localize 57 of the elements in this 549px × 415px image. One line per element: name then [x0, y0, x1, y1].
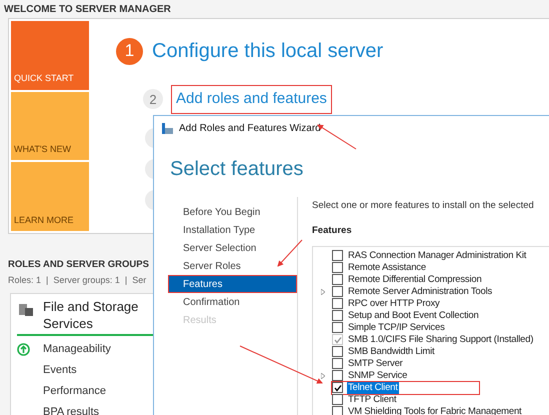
check-icon — [334, 384, 342, 392]
nav-tile[interactable]: WHAT'S NEW — [11, 92, 89, 160]
feature-label[interactable]: Remote Differential Compression — [347, 274, 483, 286]
instruction-text: Select one or more features to install on the selected — [312, 199, 535, 213]
page-title: WELCOME TO SERVER MANAGER — [4, 4, 171, 15]
wizard-step[interactable]: Confirmation — [168, 293, 297, 311]
checkbox[interactable] — [332, 382, 343, 393]
checkbox[interactable] — [332, 298, 343, 309]
wizard-step[interactable]: Features — [168, 275, 297, 293]
wizard-step[interactable]: Before You Begin — [168, 203, 297, 221]
annotation-arrow — [277, 240, 302, 267]
wizard-step[interactable]: Server Selection — [168, 239, 297, 257]
step-link[interactable]: Add roles and features — [171, 85, 332, 114]
feature-label[interactable]: Telnet Client — [347, 382, 399, 394]
feature-label[interactable]: SMB Bandwidth Limit — [347, 346, 436, 358]
feature-label[interactable]: RPC over HTTP Proxy — [347, 298, 441, 310]
feature-label[interactable]: Simple TCP/IP Services — [347, 322, 446, 334]
checkbox[interactable] — [332, 274, 343, 285]
server-icon — [162, 123, 173, 134]
checkbox[interactable] — [332, 310, 343, 321]
up-arrow-circle-icon — [17, 342, 30, 356]
folder-icon — [19, 304, 33, 316]
card-row-label[interactable]: Performance — [43, 382, 106, 400]
feature-label[interactable]: Remote Server Administration Tools — [347, 286, 494, 298]
section-title: ROLES AND SERVER GROUPS — [8, 259, 149, 271]
expand-arrow-icon[interactable] — [321, 288, 325, 294]
checkbox[interactable] — [332, 370, 343, 381]
feature-label[interactable]: RAS Connection Manager Administration Kit — [347, 250, 528, 262]
wizard-step[interactable]: Server Roles — [168, 257, 297, 275]
checkbox[interactable] — [332, 406, 343, 415]
check-icon — [334, 336, 342, 344]
checkbox[interactable] — [332, 286, 343, 297]
feature-label[interactable]: Setup and Boot Event Collection — [347, 310, 480, 322]
feature-label[interactable]: SNMP Service — [347, 370, 408, 382]
step-link[interactable]: Configure this local server — [151, 35, 384, 67]
step-number: 2 — [143, 89, 163, 110]
wizard-heading: Select features — [170, 157, 304, 181]
checkbox[interactable] — [332, 346, 343, 357]
card-row-label[interactable]: Events — [43, 362, 77, 378]
feature-label[interactable]: SMTP Server — [347, 358, 404, 370]
checkbox[interactable] — [332, 322, 343, 333]
checkbox[interactable] — [332, 358, 343, 369]
wizard-step[interactable]: Installation Type — [168, 221, 297, 239]
checkbox[interactable] — [332, 250, 343, 261]
window-title: Add Roles and Features Wizard — [179, 122, 321, 136]
nav-tile[interactable]: LEARN MORE — [11, 162, 89, 232]
card-row-label[interactable]: Manageability — [43, 340, 111, 358]
checkbox[interactable] — [332, 262, 343, 273]
feature-label[interactable]: Remote Assistance — [347, 262, 427, 274]
section-summary: Roles: 1 | Server groups: 1 | Ser — [8, 274, 146, 287]
expand-arrow-icon[interactable] — [321, 372, 325, 378]
step-number: 1 — [116, 38, 143, 64]
card-title[interactable]: File and Storage Services — [43, 298, 151, 332]
feature-label[interactable]: TFTP Client — [347, 394, 398, 406]
card-row-label[interactable]: BPA results — [43, 404, 100, 415]
list-label: Features — [312, 224, 353, 238]
checkbox[interactable] — [332, 394, 343, 405]
